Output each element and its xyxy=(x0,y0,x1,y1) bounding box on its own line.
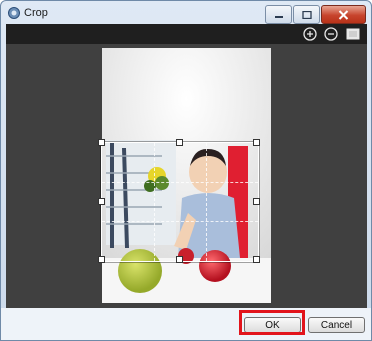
crop-handle-bottom-left[interactable] xyxy=(98,256,105,263)
crop-gridline xyxy=(102,182,258,183)
crop-handle-top-left[interactable] xyxy=(98,139,105,146)
crop-frame[interactable] xyxy=(98,139,260,263)
close-icon xyxy=(338,9,349,20)
crop-gridline xyxy=(102,221,258,222)
crop-handle-top[interactable] xyxy=(176,139,183,146)
maximize-icon xyxy=(301,10,312,19)
zoom-in-icon[interactable] xyxy=(302,26,318,42)
dialog-footer: OK Cancel xyxy=(1,308,371,340)
app-icon xyxy=(8,7,20,19)
crop-gridline xyxy=(154,143,155,261)
crop-handle-left[interactable] xyxy=(98,198,105,205)
crop-handle-bottom-right[interactable] xyxy=(253,256,260,263)
close-button[interactable] xyxy=(321,5,366,24)
crop-handle-right[interactable] xyxy=(253,198,260,205)
maximize-button[interactable] xyxy=(293,5,320,24)
cancel-button[interactable]: Cancel xyxy=(308,317,365,333)
crop-handle-bottom[interactable] xyxy=(176,256,183,263)
zoom-toolbar xyxy=(6,24,367,44)
ok-button-highlight xyxy=(239,310,305,335)
crop-handle-top-right[interactable] xyxy=(253,139,260,146)
crop-dialog: Crop OK Cancel xyxy=(0,0,372,341)
crop-gridline xyxy=(206,143,207,261)
window-title: Crop xyxy=(24,7,48,19)
fit-to-window-icon[interactable] xyxy=(345,26,361,42)
minimize-button[interactable] xyxy=(265,5,292,24)
minimize-icon xyxy=(274,15,283,18)
zoom-out-icon[interactable] xyxy=(323,26,339,42)
